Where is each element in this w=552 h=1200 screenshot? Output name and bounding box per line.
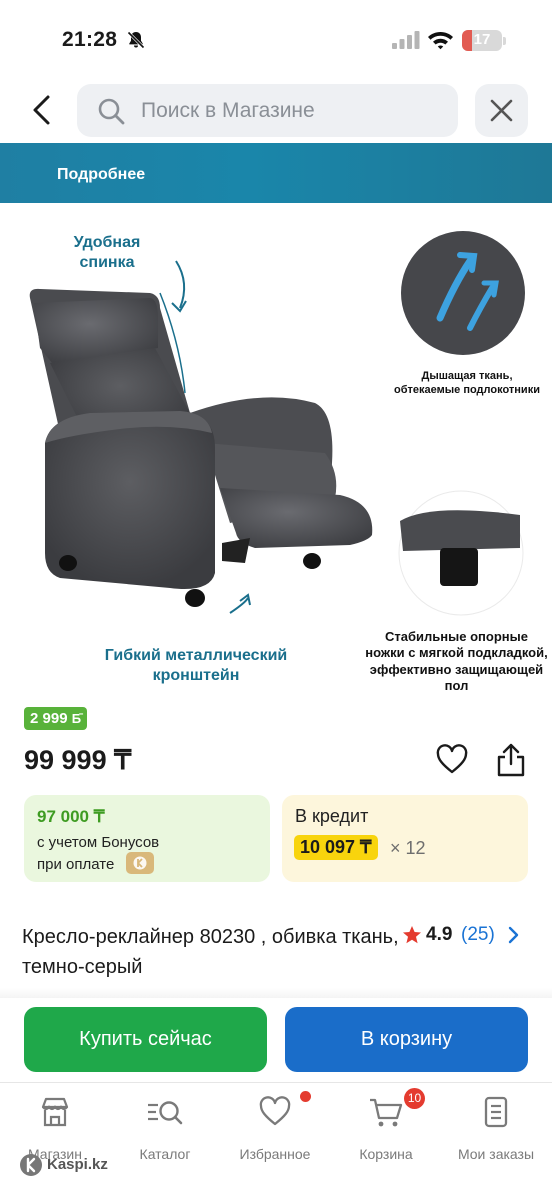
section-divider [0, 988, 552, 998]
catalog-search-icon [148, 1101, 183, 1125]
search-input[interactable]: Поиск в Магазине [77, 84, 458, 137]
search-placeholder: Поиск в Магазине [141, 99, 315, 122]
reviews-link[interactable]: (25) [461, 924, 495, 946]
heart-icon [259, 1096, 291, 1126]
nav-item-shop[interactable]: Магазин [0, 1095, 110, 1165]
add-to-cart-button[interactable]: В корзину [285, 1007, 528, 1072]
cart-icon [370, 1098, 403, 1127]
cellular-signal-icon [392, 31, 420, 49]
bottom-navigation: Магазин Каталог Избранное Корзина Мои за… [0, 1082, 552, 1200]
shop-icon [41, 1097, 69, 1127]
cart-count-badge: 10 [404, 1088, 425, 1109]
wifi-icon [428, 32, 453, 50]
status-bar: 21:28 17 [0, 0, 552, 80]
chevron-right-icon[interactable] [507, 926, 519, 944]
credit-card[interactable]: В кредит 10 097 ₸ × 12 [282, 795, 528, 882]
battery-nub [503, 37, 506, 45]
bonus-price-caption-2: при оплате [37, 856, 115, 873]
battery-level: 17 [473, 31, 491, 48]
status-time: 21:28 [62, 28, 118, 51]
callout-stable-legs: Стабильные опорные ножки с мягкой подкла… [365, 629, 548, 693]
battery-indicator: 17 [462, 30, 502, 51]
installment-months: × 12 [390, 838, 426, 858]
buy-now-button[interactable]: Купить сейчас [24, 1007, 267, 1072]
share-button[interactable] [495, 742, 527, 778]
nav-item-orders[interactable]: Мои заказы [441, 1095, 551, 1165]
back-button[interactable] [24, 92, 60, 128]
star-icon [403, 926, 421, 944]
nav-label-cart: Корзина [359, 1146, 413, 1162]
product-image-carousel[interactable]: Подробнее Удобная спинка Дышащая ткань, … [0, 143, 552, 698]
callout-breathable-fabric: Дышащая ткань, обтекаемые подлокотники [394, 370, 540, 396]
kaspi-gold-icon [126, 852, 154, 874]
product-price: 99 999 ₸ [24, 745, 132, 775]
bonus-price-card[interactable]: 97 000 ₸ с учетом Бонусов при оплате [24, 795, 270, 882]
bonus-price-amount: 97 000 ₸ [37, 807, 105, 826]
kaspi-logo-icon [20, 1154, 42, 1176]
nav-label-catalog: Каталог [139, 1146, 191, 1162]
callout-comfortable-back: Удобная спинка [73, 234, 141, 271]
bonus-badge: 2 999 Б̄ [24, 707, 88, 730]
nav-label-favorites: Избранное [239, 1146, 311, 1162]
bell-off-icon [127, 31, 145, 49]
recliner-chair-illustration [29, 231, 525, 616]
orders-icon [484, 1096, 508, 1128]
nav-item-favorites[interactable]: Избранное [220, 1095, 330, 1165]
nav-item-cart[interactable]: Корзина [331, 1095, 441, 1165]
bonus-currency-icon: Б̄ [71, 711, 82, 726]
favorites-notification-dot [300, 1091, 311, 1102]
callout-metal-bracket: Гибкий металлический кронштейн [104, 647, 288, 684]
kaspi-brand: Kaspi.kz [47, 1156, 108, 1173]
rating-value: 4.9 [426, 924, 453, 945]
close-search-button[interactable] [475, 84, 528, 137]
nav-label-orders: Мои заказы [457, 1146, 535, 1162]
nav-item-catalog[interactable]: Каталог [110, 1095, 220, 1165]
bonus-badge-value: 2 999 [30, 710, 72, 727]
bonus-price-caption-1: с учетом Бонусов [37, 834, 160, 851]
product-title: Кресло-реклайнер 80230 , обивка ткань, т… [22, 926, 399, 978]
monthly-payment: 10 097 ₸ [294, 835, 378, 860]
search-icon [98, 98, 125, 125]
close-icon [490, 99, 513, 122]
add-to-favorites-button[interactable] [436, 744, 468, 776]
credit-title: В кредит [295, 806, 369, 826]
